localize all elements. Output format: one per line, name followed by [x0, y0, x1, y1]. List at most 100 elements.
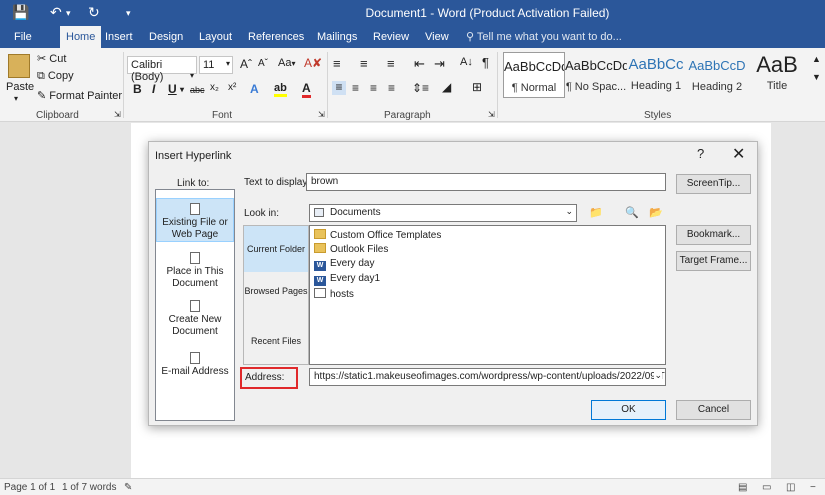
tab-view[interactable]: View — [419, 29, 455, 45]
align-right-icon[interactable]: ≡ — [370, 81, 377, 95]
style-normal[interactable]: AaBbCcDd ¶ Normal — [503, 52, 565, 98]
word-count[interactable]: 1 of 7 words — [62, 482, 116, 493]
copy-button[interactable]: ⧉ Copy — [37, 70, 74, 83]
tab-home[interactable]: Home — [60, 26, 102, 48]
styles-scroll-up-icon[interactable]: ▲ — [812, 54, 821, 64]
multilevel-list-icon[interactable]: ≡ — [387, 56, 395, 71]
tab-mailings[interactable]: Mailings — [311, 29, 363, 45]
align-left-icon[interactable]: ≡ — [332, 81, 346, 95]
font-size-box[interactable]: 11 ▾ — [199, 56, 233, 74]
list-item[interactable]: hosts — [314, 288, 354, 300]
strikethrough-icon[interactable]: abc — [190, 85, 205, 95]
ok-button[interactable]: OK — [591, 400, 666, 420]
look-in-dropdown-icon: ⌄ — [565, 206, 573, 216]
italic-icon[interactable]: I — [152, 82, 155, 96]
sort-icon[interactable]: A↓ — [460, 56, 473, 68]
browse-file-icon[interactable]: 📂 — [647, 204, 665, 222]
link-to-create-new[interactable]: Create New Document — [156, 298, 234, 338]
numbering-icon[interactable]: ≡ — [360, 56, 368, 71]
proofing-icon[interactable]: ✎ — [124, 482, 132, 493]
style-no-spacing[interactable]: AaBbCcDd ¶ No Spac... — [565, 52, 627, 98]
tab-references[interactable]: References — [242, 29, 310, 45]
style-heading-1[interactable]: AaBbCс Heading 1 — [625, 52, 687, 98]
look-in-select[interactable]: Documents ⌄ — [309, 204, 577, 222]
tell-me-search[interactable]: ⚲ Tell me what you want to do... — [466, 30, 622, 43]
paste-dropdown-icon[interactable]: ▾ — [14, 94, 18, 103]
line-spacing-icon[interactable]: ⇕≡ — [412, 81, 429, 95]
paste-icon[interactable] — [8, 54, 30, 78]
close-icon[interactable]: ✕ — [732, 144, 745, 164]
cut-button[interactable]: ✂ Cut — [37, 52, 66, 65]
font-color-icon[interactable]: A — [302, 82, 311, 98]
shading-icon[interactable]: ◢ — [442, 80, 451, 94]
change-case-button[interactable]: Aa▾ — [278, 57, 295, 69]
style-sample: AaBbCcDd — [504, 59, 564, 74]
font-size-dropdown-icon: ▾ — [225, 59, 230, 68]
help-button[interactable]: ? — [697, 146, 704, 161]
increase-indent-icon[interactable]: ⇥ — [434, 56, 445, 72]
bookmark-button[interactable]: Bookmark... — [676, 225, 751, 245]
list-item[interactable]: W Every day1 — [314, 273, 380, 286]
bold-icon[interactable]: B — [133, 82, 142, 96]
borders-icon[interactable]: ⊞ — [472, 80, 482, 94]
paste-button[interactable]: Paste — [6, 81, 34, 93]
title-bar: 💾 ↶ ▾ ↻ ▾ Document1 - Word (Product Acti… — [0, 0, 825, 26]
bullets-icon[interactable]: ≡ — [333, 56, 341, 71]
file-name: Every day — [330, 258, 375, 269]
tab-file[interactable]: File — [8, 29, 38, 45]
address-input[interactable]: https://static1.makeuseofimages.com/word… — [309, 368, 666, 386]
tab-insert[interactable]: Insert — [99, 29, 139, 45]
underline-dropdown-icon[interactable]: ▾ — [180, 85, 184, 94]
justify-icon[interactable]: ≡ — [388, 81, 395, 95]
clear-formatting-icon[interactable]: A✘ — [304, 56, 322, 70]
font-launcher-icon[interactable]: ⇲ — [318, 110, 325, 119]
read-mode-icon[interactable]: ▤ — [738, 482, 747, 493]
link-to-existing-file[interactable]: Existing File or Web Page — [156, 198, 234, 242]
up-folder-icon[interactable]: 📁 — [587, 204, 605, 222]
tab-browsed-pages[interactable]: Browsed Pages — [244, 286, 308, 296]
style-sample: AaBbCс — [628, 56, 684, 73]
center-icon[interactable]: ≡ — [352, 81, 359, 95]
subscript-icon[interactable]: x₂ — [210, 82, 219, 93]
tab-current-folder[interactable]: Current Folder — [244, 226, 308, 272]
zoom-out-icon[interactable]: − — [810, 482, 816, 493]
browse-web-icon[interactable]: 🔍 — [623, 204, 641, 222]
text-to-display-input[interactable]: brown — [306, 173, 666, 191]
clipboard-launcher-icon[interactable]: ⇲ — [114, 110, 121, 119]
grow-font-icon[interactable]: Aˆ — [240, 57, 252, 71]
screentip-button[interactable]: ScreenTip... — [676, 174, 751, 194]
page-count[interactable]: Page 1 of 1 — [4, 482, 55, 493]
format-painter-button[interactable]: ✎ Format Painter — [37, 89, 122, 102]
paragraph-launcher-icon[interactable]: ⇲ — [488, 110, 495, 119]
paragraph-group-label: Paragraph — [384, 110, 431, 121]
tab-design[interactable]: Design — [143, 29, 189, 45]
web-layout-icon[interactable]: ◫ — [786, 482, 795, 493]
show-formatting-icon[interactable]: ¶ — [482, 55, 489, 70]
cancel-button[interactable]: Cancel — [676, 400, 751, 420]
decrease-indent-icon[interactable]: ⇤ — [414, 56, 425, 72]
style-heading-2[interactable]: AaBbCcD Heading 2 — [686, 52, 748, 98]
font-name-box[interactable]: Calibri (Body) ▾ — [127, 56, 197, 83]
styles-scroll-down-icon[interactable]: ▼ — [812, 72, 821, 82]
underline-icon[interactable]: U — [168, 82, 177, 96]
dialog-title: Insert Hyperlink — [155, 150, 232, 162]
print-layout-icon[interactable]: ▭ — [762, 482, 771, 493]
shrink-font-icon[interactable]: Aˇ — [258, 58, 268, 69]
copy-icon: ⧉ — [37, 70, 48, 82]
style-name: Heading 2 — [691, 81, 743, 93]
tab-layout[interactable]: Layout — [193, 29, 238, 45]
style-title[interactable]: AaB Title — [746, 52, 808, 98]
list-item[interactable]: Outlook Files — [314, 243, 388, 255]
tab-recent-files[interactable]: Recent Files — [244, 336, 308, 346]
list-item[interactable]: Custom Office Templates — [314, 229, 441, 241]
target-frame-button[interactable]: Target Frame... — [676, 251, 751, 271]
link-to-email[interactable]: E-mail Address — [156, 350, 234, 380]
superscript-icon[interactable]: x² — [228, 82, 236, 93]
text-effects-icon[interactable]: A — [250, 82, 259, 96]
link-to-label-new: Create New Document — [168, 314, 222, 337]
tab-review[interactable]: Review — [367, 29, 415, 45]
format-painter-label: Format Painter — [49, 90, 123, 102]
link-to-place-in-document[interactable]: Place in This Document — [156, 250, 234, 290]
list-item[interactable]: W Every day — [314, 258, 374, 271]
highlight-color-icon[interactable]: ab — [274, 82, 287, 97]
